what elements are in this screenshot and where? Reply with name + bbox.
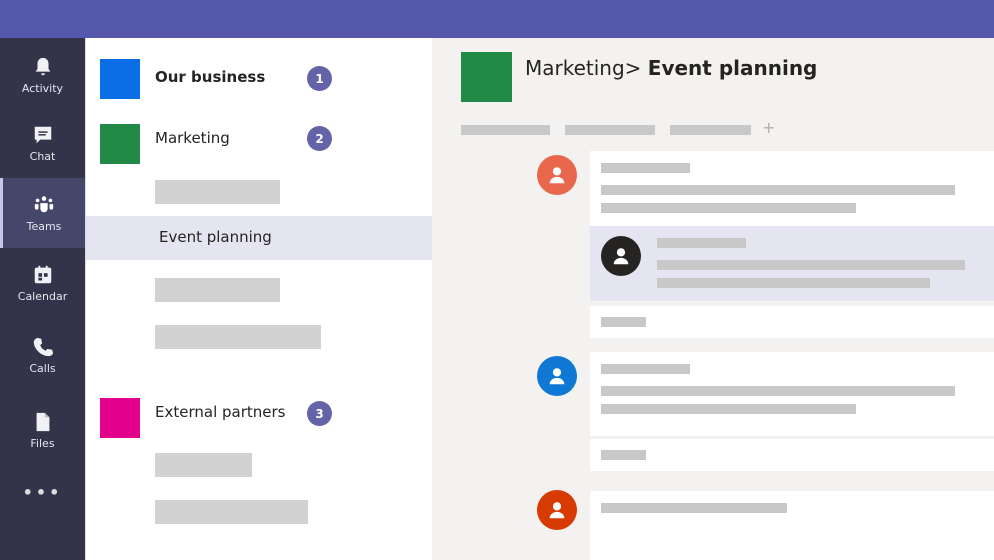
message-text-placeholder — [601, 386, 955, 396]
phone-icon — [33, 337, 53, 356]
reply-button[interactable] — [590, 439, 994, 471]
more-apps-icon[interactable]: ••• — [0, 483, 85, 502]
message-author-placeholder — [657, 238, 746, 248]
channel-name: Event planning — [159, 228, 272, 246]
app-rail: Activity Chat Teams Calendar Calls Files… — [0, 38, 85, 560]
team-external-partners[interactable]: External partners 3 — [86, 398, 433, 440]
person-icon — [613, 248, 629, 265]
rail-item-calendar[interactable]: Calendar — [0, 248, 85, 318]
rail-label: Calendar — [17, 289, 68, 303]
teams-list: Our business 1 Marketing 2 Event plannin… — [85, 38, 433, 560]
message-author-placeholder — [601, 163, 690, 173]
team-avatar — [100, 59, 140, 99]
breadcrumb: Marketing> Event planning — [525, 56, 817, 80]
notification-badge: 3 — [307, 401, 332, 426]
calendar-icon — [34, 265, 51, 283]
rail-label: Chat — [29, 149, 56, 163]
avatar[interactable] — [537, 490, 577, 530]
rail-label: Teams — [26, 219, 62, 233]
rail-item-files[interactable]: Files — [0, 395, 85, 465]
bell-icon — [35, 57, 50, 75]
message-card[interactable] — [590, 491, 994, 560]
team-name: Our business — [155, 68, 266, 86]
avatar[interactable] — [601, 236, 641, 276]
title-bar — [0, 0, 994, 38]
rail-label: Activity — [21, 81, 64, 95]
reply-placeholder — [601, 450, 646, 460]
breadcrumb-parent[interactable]: Marketing> — [525, 56, 641, 80]
add-tab-button[interactable]: + — [762, 118, 775, 137]
reply-button[interactable] — [590, 306, 994, 338]
reply-placeholder — [601, 317, 646, 327]
team-avatar — [100, 398, 140, 438]
rail-item-teams[interactable]: Teams — [0, 178, 85, 248]
message-card[interactable] — [590, 352, 994, 436]
team-avatar — [100, 124, 140, 164]
channel-event-planning[interactable]: Event planning — [86, 216, 433, 260]
channel-placeholder[interactable] — [155, 180, 280, 204]
rail-item-chat[interactable]: Chat — [0, 108, 85, 178]
rail-item-activity[interactable]: Activity — [0, 40, 85, 110]
tab-placeholder[interactable] — [565, 125, 655, 135]
file-icon — [36, 412, 49, 431]
chat-icon — [34, 126, 51, 143]
tab-placeholder[interactable] — [670, 125, 751, 135]
team-marketing[interactable]: Marketing 2 — [86, 124, 433, 166]
channel-placeholder[interactable] — [155, 453, 252, 477]
channel-placeholder[interactable] — [155, 278, 280, 302]
breadcrumb-current: Event planning — [647, 56, 818, 80]
reply-card[interactable] — [590, 226, 994, 301]
message-text-placeholder — [601, 503, 787, 513]
message-text-placeholder — [601, 404, 856, 414]
channel-view: Marketing> Event planning + — [432, 38, 994, 560]
avatar[interactable] — [537, 356, 577, 396]
rail-label: Calls — [29, 361, 56, 375]
message-text-placeholder — [657, 278, 930, 288]
person-icon — [549, 368, 565, 385]
team-name: Marketing — [155, 129, 230, 147]
message-text-placeholder — [601, 185, 955, 195]
teams-icon — [34, 195, 54, 212]
channel-placeholder[interactable] — [155, 325, 321, 349]
team-our-business[interactable]: Our business 1 — [86, 59, 433, 101]
avatar[interactable] — [537, 155, 577, 195]
person-icon — [549, 502, 565, 519]
message-text-placeholder — [601, 203, 856, 213]
channel-placeholder[interactable] — [155, 500, 308, 524]
team-name: External partners — [155, 403, 286, 421]
person-icon — [549, 167, 565, 184]
message-author-placeholder — [601, 364, 690, 374]
rail-label: Files — [30, 436, 55, 450]
team-avatar — [461, 52, 512, 102]
notification-badge: 2 — [307, 126, 332, 151]
rail-item-calls[interactable]: Calls — [0, 320, 85, 390]
message-text-placeholder — [657, 260, 965, 270]
notification-badge: 1 — [307, 66, 332, 91]
tab-placeholder[interactable] — [461, 125, 550, 135]
message-card[interactable] — [590, 151, 994, 226]
